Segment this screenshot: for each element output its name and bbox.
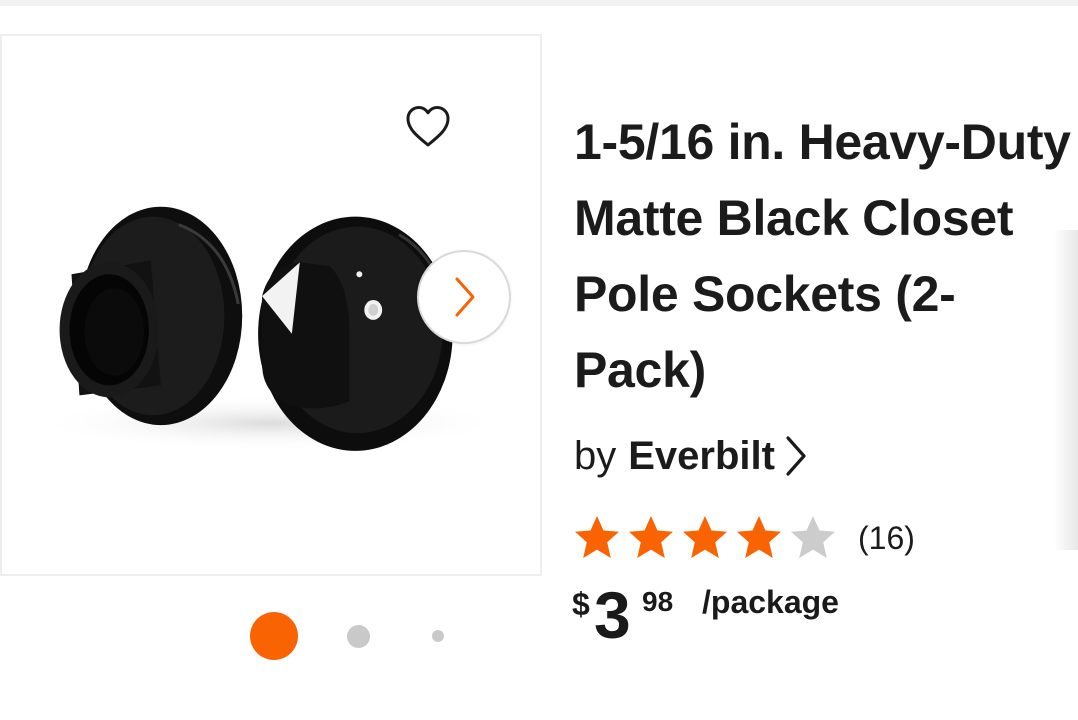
pagination-dot[interactable] — [347, 625, 370, 648]
pagination-dot-active[interactable] — [250, 612, 298, 660]
pagination-dot[interactable] — [432, 630, 444, 642]
price-unit: /package — [702, 584, 839, 620]
favorite-button[interactable] — [400, 98, 456, 154]
price-dollars: 3 — [594, 578, 631, 652]
next-image-button[interactable] — [417, 250, 511, 344]
product-title: 1-5/16 in. Heavy-Duty Matte Black Closet… — [574, 114, 1071, 398]
star-filled-icon — [683, 516, 727, 558]
next-card-edge — [1054, 230, 1078, 550]
heart-outline-icon — [406, 106, 450, 147]
price-currency: $ — [572, 586, 590, 622]
top-divider — [0, 0, 1078, 6]
review-count[interactable]: (16) — [858, 520, 915, 557]
star-filled-icon — [575, 516, 619, 558]
brand-link[interactable]: by Everbilt — [574, 428, 809, 484]
gallery-pagination — [240, 610, 460, 662]
chevron-right-icon — [783, 434, 809, 478]
star-empty-icon — [791, 516, 835, 558]
brand-prefix: by — [574, 433, 617, 478]
star-rating — [572, 513, 838, 563]
price-cents: 98 — [642, 586, 674, 617]
brand-name: Everbilt — [628, 433, 775, 478]
chevron-right-icon — [455, 277, 475, 317]
rating-row[interactable]: (16) — [572, 510, 915, 566]
star-filled-icon — [629, 516, 673, 558]
star-filled-icon — [737, 516, 781, 558]
